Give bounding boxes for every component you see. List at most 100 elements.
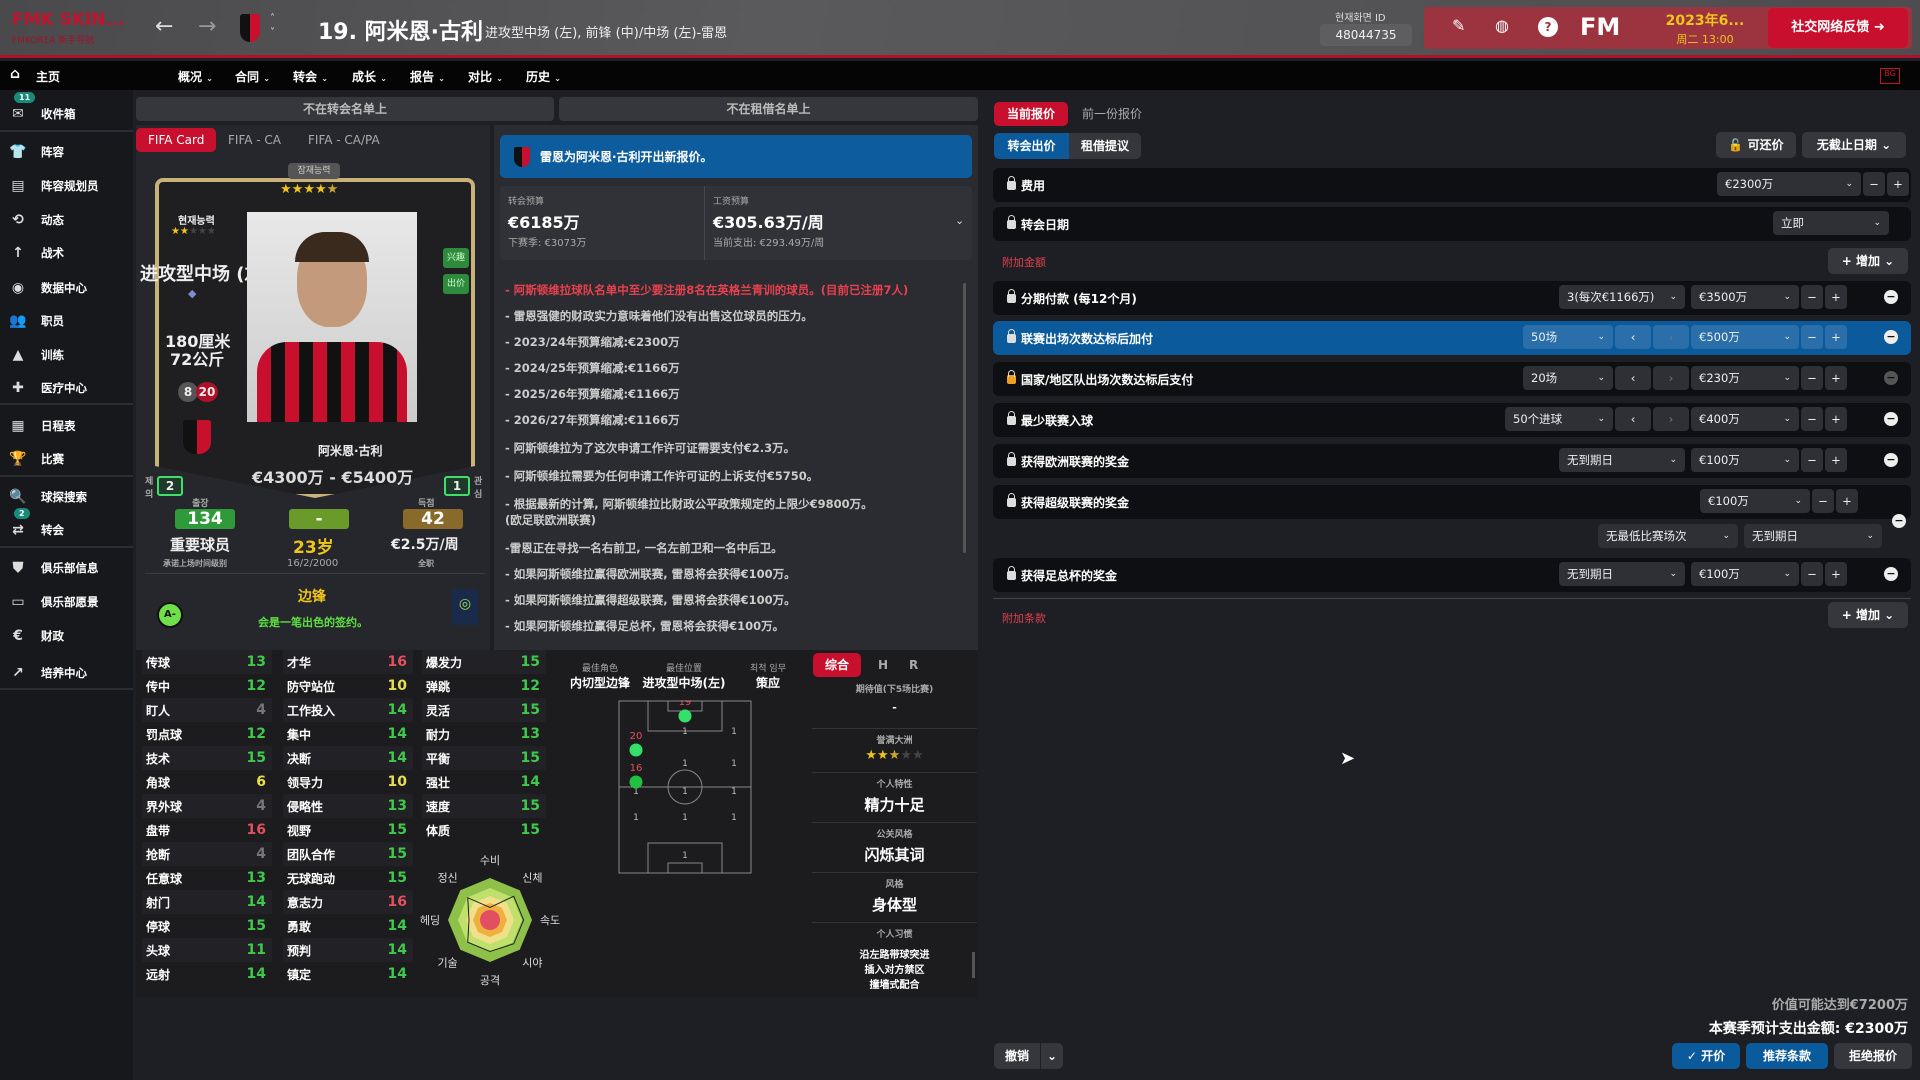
sidebar-item-3[interactable]: ⟲ 动态 — [0, 204, 133, 236]
remove-clause-icon[interactable]: − — [1884, 371, 1898, 385]
tab-current-offer[interactable]: 当前报价 — [994, 102, 1068, 126]
attribute-row[interactable]: 传球 13 — [142, 650, 272, 674]
attribute-row[interactable]: 才华 16 — [283, 650, 413, 674]
decrease-button[interactable]: − — [1863, 172, 1885, 196]
club-crest[interactable] — [240, 14, 260, 42]
attribute-row[interactable]: 意志力 16 — [283, 890, 413, 914]
attribute-row[interactable]: 盯人 4 — [142, 698, 272, 722]
attribute-row[interactable]: 无球跑动 15 — [283, 866, 413, 890]
lock-icon[interactable] — [1007, 492, 1016, 507]
increase-button[interactable]: + — [1825, 285, 1847, 309]
attribute-row[interactable]: 灵活 15 — [422, 698, 546, 722]
sidebar-item-0[interactable]: ✉ 11 收件箱 — [0, 92, 133, 130]
attribute-row[interactable]: 远射 14 — [142, 962, 272, 986]
prev-arrow[interactable]: ‹ — [1615, 325, 1651, 349]
bid-tag[interactable]: 出价 — [443, 274, 469, 294]
game-date[interactable]: 2023年6... — [1660, 10, 1750, 30]
increase-button[interactable]: + — [1825, 325, 1847, 349]
sidebar-item-7[interactable]: ▲ 训练 — [0, 339, 133, 371]
sidebar-item-8[interactable]: ✚ 医疗中心 — [0, 372, 133, 404]
lock-icon[interactable] — [1007, 328, 1016, 343]
undo-button[interactable]: 撤销 — [994, 1043, 1040, 1069]
back-icon[interactable]: ← — [155, 14, 173, 39]
attribute-row[interactable]: 平衡 15 — [422, 746, 546, 770]
attribute-row[interactable]: 技术 15 — [142, 746, 272, 770]
card-tab-2[interactable]: FIFA - CA/PA — [296, 128, 392, 152]
card-tab-0[interactable]: FIFA Card — [136, 128, 217, 152]
lock-icon[interactable] — [1007, 288, 1016, 303]
attribute-row[interactable]: 传中 12 — [142, 674, 272, 698]
info-tab-2[interactable]: R — [897, 653, 930, 677]
suggest-terms-button[interactable]: 推荐条款 — [1746, 1043, 1828, 1069]
tab-loan-offer[interactable]: 租借提议 — [1069, 133, 1141, 159]
attribute-row[interactable]: 集中 14 — [283, 722, 413, 746]
decrease-button[interactable]: − — [1801, 366, 1823, 390]
tab-transfer-bid[interactable]: 转会出价 — [994, 133, 1069, 159]
sidebar-item-15[interactable]: € 财政 — [0, 620, 133, 652]
fee-dropdown[interactable]: €2300万 ⌄ — [1717, 172, 1861, 196]
nav-menu-1[interactable]: 合同 ⌄ — [235, 68, 270, 85]
sidebar-item-14[interactable]: ▭ 俱乐部愿景 — [0, 586, 133, 618]
attribute-row[interactable]: 领导力 10 — [283, 770, 413, 794]
card-tab-1[interactable]: FIFA - CA — [216, 128, 293, 152]
lock-icon[interactable] — [1007, 214, 1016, 229]
sidebar-item-6[interactable]: 👥 职员 — [0, 305, 133, 337]
lock-icon[interactable] — [1007, 451, 1016, 466]
attribute-row[interactable]: 视野 15 — [283, 818, 413, 842]
lock-icon[interactable] — [1007, 175, 1016, 190]
increase-button[interactable]: + — [1825, 448, 1847, 472]
clause-option-dropdown[interactable]: 3(每次€1166万) ⌄ — [1559, 285, 1685, 309]
attribute-row[interactable]: 镇定 14 — [283, 962, 413, 986]
sidebar-item-2[interactable]: ▤ 阵容规划员 — [0, 170, 133, 202]
home-icon[interactable]: ⌂ — [10, 66, 20, 82]
next-arrow[interactable]: › — [1653, 407, 1689, 431]
attribute-row[interactable]: 抢断 4 — [142, 842, 272, 866]
clause-amount-dropdown[interactable]: €3500万 ⌄ — [1691, 285, 1799, 309]
sidebar-item-13[interactable]: ⛊ 俱乐部信息 — [0, 552, 133, 584]
pencil-icon[interactable]: ✎ — [1452, 16, 1465, 35]
deadline-dropdown[interactable]: 无截止日期 ⌄ — [1802, 132, 1906, 158]
lock-icon[interactable] — [1007, 369, 1016, 384]
help-icon[interactable]: ? — [1538, 17, 1558, 37]
offers-count[interactable]: 2 — [157, 476, 183, 496]
attribute-row[interactable]: 头球 11 — [142, 938, 272, 962]
attribute-row[interactable]: 界外球 4 — [142, 794, 272, 818]
clause-amount-dropdown[interactable]: €400万 ⌄ — [1691, 407, 1799, 431]
attribute-row[interactable]: 射门 14 — [142, 890, 272, 914]
decrease-button[interactable]: − — [1801, 407, 1823, 431]
decrease-button[interactable]: − — [1801, 448, 1823, 472]
attribute-row[interactable]: 工作投入 14 — [283, 698, 413, 722]
attribute-row[interactable]: 爆发力 15 — [422, 650, 546, 674]
chevron-down-icon[interactable]: ⌄ — [955, 214, 964, 227]
attribute-row[interactable]: 强壮 14 — [422, 770, 546, 794]
nav-menu-2[interactable]: 转会 ⌄ — [293, 68, 328, 85]
sidebar-item-16[interactable]: ↗ 培养中心 — [0, 657, 133, 689]
clause-option-dropdown[interactable]: 无到期日 ⌄ — [1559, 562, 1685, 586]
add-clause-button[interactable]: + 增加 ⌄ — [1828, 602, 1908, 628]
propose-button[interactable]: ✓ 开价 — [1672, 1043, 1740, 1069]
transfer-date-row[interactable]: 转会日期 立即 ⌄ — [993, 207, 1911, 241]
decrease-button[interactable]: − — [1801, 325, 1823, 349]
remove-clause-icon[interactable]: − — [1884, 412, 1898, 426]
info-tab-1[interactable]: H — [866, 653, 900, 677]
attribute-row[interactable]: 速度 15 — [422, 794, 546, 818]
attribute-row[interactable]: 侵略性 13 — [283, 794, 413, 818]
next-arrow[interactable]: › — [1653, 366, 1689, 390]
bg-icon[interactable]: BG — [1880, 68, 1900, 84]
sidebar-item-10[interactable]: 🏆 比赛 — [0, 443, 133, 475]
attribute-row[interactable]: 盘带 16 — [142, 818, 272, 842]
lock-icon[interactable] — [1007, 410, 1016, 425]
fm-logo[interactable]: FM — [1580, 13, 1620, 41]
sidebar-item-12[interactable]: ⇄ 2 转会 — [0, 508, 133, 546]
globe-icon[interactable]: ◍ — [1495, 16, 1509, 35]
scout-grade[interactable]: A- — [157, 602, 183, 628]
increase-button[interactable]: + — [1825, 366, 1847, 390]
increase-button[interactable]: + — [1887, 172, 1909, 196]
attribute-row[interactable]: 停球 15 — [142, 914, 272, 938]
transfer-list-status[interactable]: 不在转会名单上 — [136, 97, 554, 121]
clause-amount-dropdown[interactable]: €500万 ⌄ — [1691, 325, 1799, 349]
sidebar-item-5[interactable]: ◉ 数据中心 — [0, 272, 133, 304]
clause-option-dropdown[interactable]: 50个进球 ⌄ — [1505, 407, 1613, 431]
nav-menu-5[interactable]: 对比 ⌄ — [468, 68, 503, 85]
attribute-row[interactable]: 任意球 13 — [142, 866, 272, 890]
